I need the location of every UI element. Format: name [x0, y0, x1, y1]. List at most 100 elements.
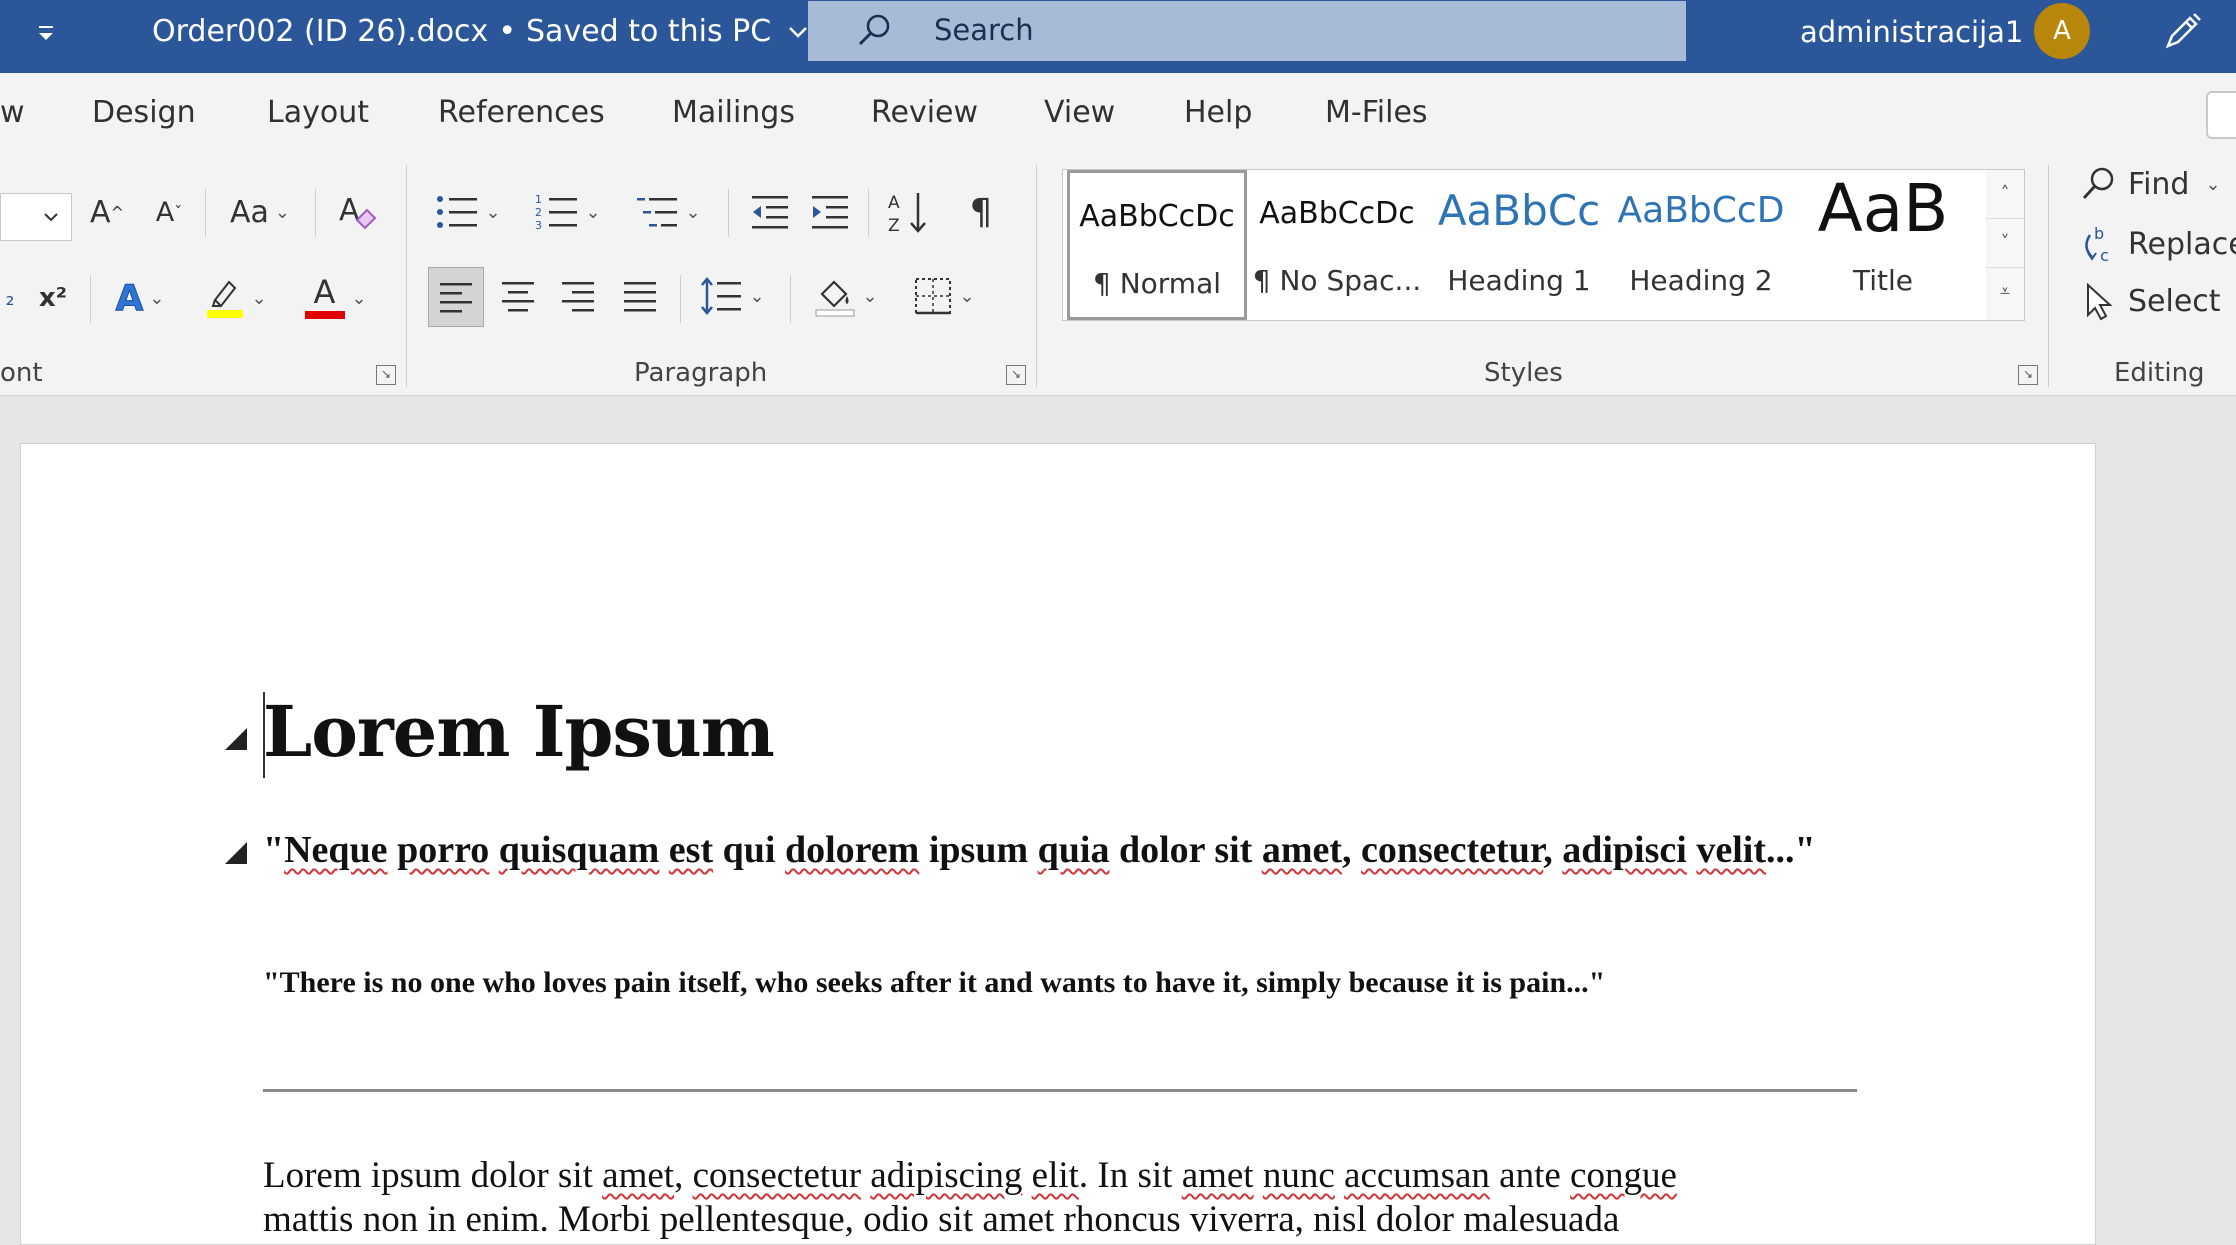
misspelled-word: amet	[602, 1155, 675, 1196]
superscript-button[interactable]: x²	[28, 269, 78, 327]
tab-design[interactable]: Design	[92, 95, 196, 130]
gallery-more-icon[interactable]: ⩡	[1986, 268, 2024, 316]
text-run	[489, 829, 499, 871]
tab-references[interactable]: References	[438, 95, 605, 130]
numbering-button[interactable]: 1 2 3 ⌄	[528, 183, 608, 241]
text-effects-button[interactable]: A ⌄	[100, 269, 180, 327]
shading-button[interactable]: ⌄	[806, 267, 886, 325]
align-right-icon	[562, 282, 594, 312]
change-case-button[interactable]: Aa ⌄	[220, 183, 300, 241]
align-left-icon	[440, 283, 472, 313]
styles-dialog-launcher[interactable]: ↘	[2018, 365, 2038, 385]
text-run	[1687, 829, 1697, 871]
replace-button[interactable]: bc Replace	[2080, 223, 2236, 265]
style-sample: AaBbCcDc	[1079, 199, 1235, 234]
customize-quick-access-icon[interactable]	[34, 18, 58, 48]
font-size-dropdown[interactable]	[0, 193, 72, 241]
separator	[728, 189, 729, 237]
style-normal[interactable]: AaBbCcDc ¶ Normal	[1067, 170, 1247, 320]
align-right-button[interactable]	[552, 267, 604, 325]
style-sample: AaBbCc	[1437, 186, 1601, 235]
subscript-button-partial[interactable]: ₂	[0, 269, 20, 327]
show-formatting-marks-button[interactable]: ¶	[956, 183, 1006, 241]
style-no-spacing[interactable]: AaBbCcDc ¶ No Spac...	[1247, 170, 1427, 320]
misspelled-word: consectetur	[692, 1155, 862, 1196]
gallery-scroll-down-icon[interactable]: ˅	[1986, 219, 2024, 268]
align-left-button[interactable]	[428, 267, 484, 327]
grow-font-button[interactable]: A ^	[82, 183, 132, 241]
gallery-scroll-up-icon[interactable]: ˄	[1986, 170, 2024, 219]
increase-indent-icon	[812, 196, 848, 229]
style-sample: AaB	[1817, 170, 1949, 247]
user-name[interactable]: administracija1	[1800, 15, 2023, 49]
tab-view-partial[interactable]: w	[0, 95, 25, 130]
text-run	[388, 829, 398, 871]
select-button[interactable]: Select⌄	[2080, 281, 2236, 321]
avatar[interactable]: A	[2034, 3, 2090, 59]
tab-view[interactable]: View	[1044, 95, 1115, 130]
ribbon-tabs: w Design Layout References Mailings Revi…	[0, 73, 2236, 155]
shrink-font-icon: A	[155, 196, 175, 228]
font-dialog-launcher[interactable]: ↘	[376, 365, 396, 385]
misspelled-word: est	[668, 829, 714, 871]
tab-m-files[interactable]: M-Files	[1325, 95, 1428, 130]
misspelled-word: quia	[1037, 829, 1110, 871]
text-run	[1254, 1155, 1263, 1196]
decrease-indent-button[interactable]	[744, 183, 796, 241]
multilevel-list-button[interactable]: ⌄	[628, 183, 708, 241]
document-heading[interactable]: Lorem Ipsum	[263, 690, 775, 773]
style-heading-1[interactable]: AaBbCc Heading 1	[1429, 170, 1609, 320]
style-name: Heading 1	[1447, 264, 1591, 297]
grow-font-icon: A	[90, 194, 111, 230]
search-icon	[2082, 167, 2114, 200]
find-button[interactable]: Find ⌄	[2080, 165, 2221, 203]
misspelled-word: porro	[397, 829, 490, 871]
text-run: ante	[1489, 1155, 1571, 1196]
body-paragraph[interactable]: Lorem ipsum dolor sit amet, consectetur …	[263, 1154, 1863, 1242]
tab-layout[interactable]: Layout	[267, 95, 369, 130]
borders-button[interactable]: ⌄	[904, 267, 984, 325]
style-heading-2[interactable]: AaBbCcD Heading 2	[1611, 170, 1791, 320]
change-case-icon: Aa	[230, 194, 269, 230]
clear-formatting-button[interactable]: A	[330, 183, 384, 241]
font-color-button[interactable]: A ⌄	[296, 269, 376, 327]
multilevel-list-icon	[637, 198, 678, 227]
line-spacing-button[interactable]: ⌄	[692, 267, 772, 325]
text-effects-icon: A	[115, 277, 144, 319]
editing-group-label: Editing	[2114, 358, 2205, 388]
quote-heading[interactable]: "Neque porro quisquam est qui dolorem ip…	[263, 826, 1843, 874]
coauthoring-pen-icon[interactable]	[2160, 10, 2204, 54]
document-page[interactable]: Lorem Ipsum "Neque porro quisquam est qu…	[20, 443, 2096, 1245]
text-run: ..."	[1765, 829, 1816, 871]
paragraph-dialog-launcher[interactable]: ↘	[1006, 365, 1026, 385]
search-box[interactable]: Search	[808, 1, 1686, 61]
text-run: qui	[713, 829, 785, 871]
style-title[interactable]: AaB Title	[1793, 170, 1973, 320]
comments-button[interactable]	[2206, 91, 2236, 139]
text-run	[1335, 1155, 1344, 1196]
justify-button[interactable]	[614, 267, 666, 325]
svg-text:b: b	[2094, 224, 2104, 243]
tab-review[interactable]: Review	[871, 95, 978, 130]
title-bar: Order002 (ID 26).docx • Saved to this PC…	[0, 0, 2236, 73]
shrink-font-button[interactable]: Aˇ	[144, 183, 194, 241]
separator	[315, 189, 316, 237]
document-title[interactable]: Order002 (ID 26).docx • Saved to this PC	[152, 14, 809, 49]
sort-button[interactable]: AZ	[880, 183, 936, 241]
quote-subheading[interactable]: "There is no one who loves pain itself, …	[263, 966, 1903, 1000]
text-run: ,	[1543, 829, 1563, 871]
text-run: dolor sit	[1109, 829, 1262, 871]
replace-icon: bc	[2085, 224, 2109, 265]
bullets-button[interactable]: ⌄	[428, 183, 508, 241]
increase-indent-button[interactable]	[804, 183, 856, 241]
svg-text:3: 3	[535, 219, 542, 232]
bullets-icon	[437, 196, 478, 228]
svg-text:c: c	[2100, 246, 2109, 265]
collapse-heading-icon[interactable]	[225, 842, 247, 864]
tab-help[interactable]: Help	[1184, 95, 1252, 130]
misspelled-word: dolorem	[784, 829, 920, 871]
collapse-heading-icon[interactable]	[225, 728, 247, 750]
tab-mailings[interactable]: Mailings	[672, 95, 795, 130]
align-center-button[interactable]	[492, 267, 544, 325]
highlight-color-button[interactable]: ⌄	[196, 269, 276, 327]
